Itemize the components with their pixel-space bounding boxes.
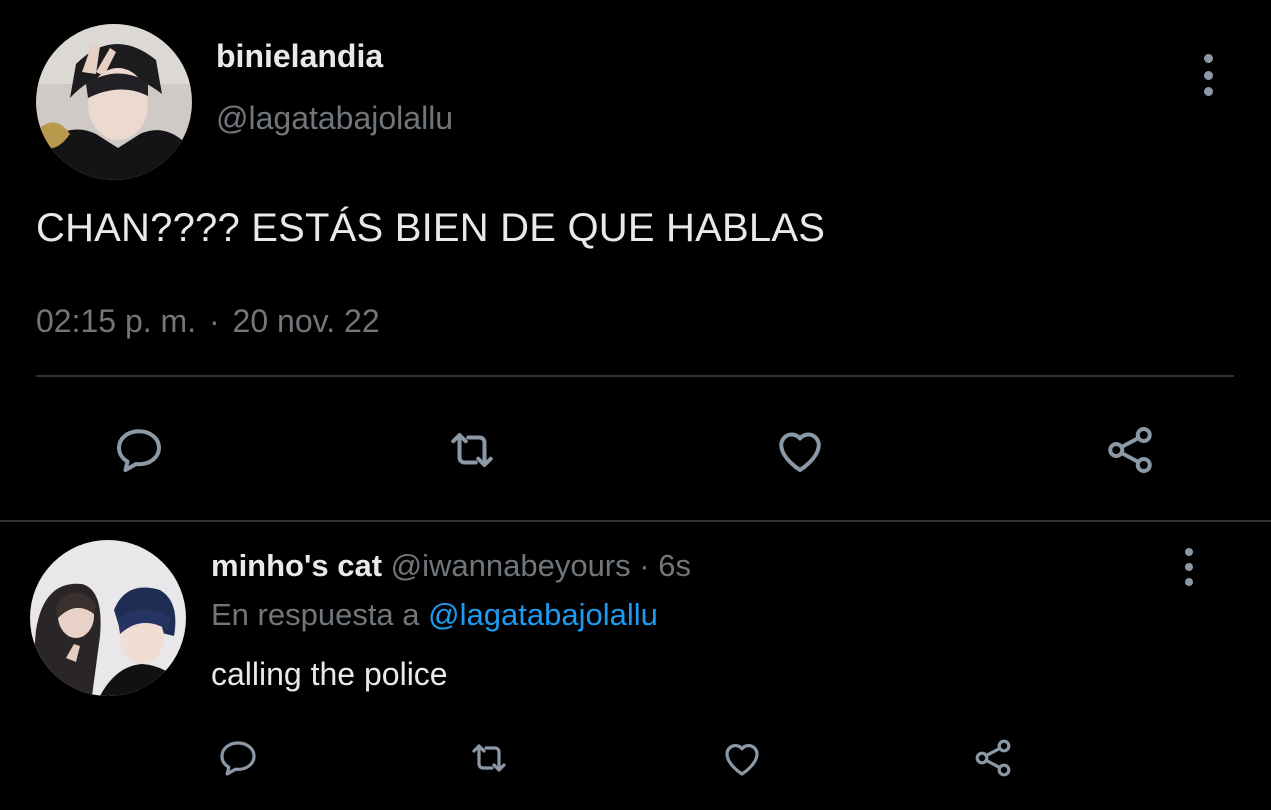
- heart-icon: [779, 432, 821, 472]
- like-button[interactable]: [768, 418, 832, 482]
- reply-text: calling the police: [211, 656, 448, 692]
- more-options-button[interactable]: [1194, 54, 1222, 96]
- user-handle[interactable]: @lagatabajolallu: [216, 100, 453, 137]
- tweet-detail-page: binielandia @lagatabajolallu CHAN???? ES…: [0, 0, 1271, 810]
- more-dot-icon: [1185, 563, 1193, 571]
- retweet-button[interactable]: [440, 418, 504, 482]
- avatar-photo: [36, 24, 192, 180]
- reply-retweet-button[interactable]: [462, 731, 516, 785]
- reply-user-handle[interactable]: @iwannabeyours: [391, 548, 631, 583]
- tweet-date: 20 nov. 22: [232, 303, 380, 339]
- retweet-icon: [451, 433, 493, 467]
- reply-like-button[interactable]: [715, 731, 769, 785]
- reply-reply-button[interactable]: [211, 731, 265, 785]
- reply-icon: [117, 429, 161, 472]
- replying-to-label: En respuesta a: [211, 597, 420, 632]
- tweet-timestamp[interactable]: 02:15 p. m. · 20 nov. 22: [36, 303, 380, 340]
- more-dot-icon: [1185, 578, 1193, 586]
- tweet-text: CHAN???? ESTÁS BIEN DE QUE HABLAS: [36, 206, 826, 250]
- heart-icon: [725, 744, 759, 776]
- reply-button[interactable]: [107, 418, 171, 482]
- reply-header: minho's cat @iwannabeyours · 6s: [211, 548, 691, 584]
- reply-separator: ·: [639, 548, 650, 583]
- replying-to: En respuesta a @lagatabajolallu: [211, 597, 658, 633]
- replying-to-handle-link[interactable]: @lagatabajolallu: [428, 597, 658, 632]
- reply-more-options-button[interactable]: [1176, 548, 1202, 586]
- avatar[interactable]: [36, 24, 192, 180]
- share-button[interactable]: [1098, 418, 1162, 482]
- more-dot-icon: [1185, 548, 1193, 556]
- reply-display-name[interactable]: minho's cat: [211, 548, 382, 583]
- display-name[interactable]: binielandia: [216, 38, 383, 75]
- section-divider: [0, 520, 1271, 522]
- avatar-photo: [30, 540, 186, 696]
- share-icon: [1108, 426, 1152, 474]
- more-dot-icon: [1203, 54, 1213, 63]
- reply-time[interactable]: 6s: [658, 548, 691, 583]
- divider: [36, 375, 1234, 377]
- retweet-icon: [472, 744, 506, 772]
- reply-share-button[interactable]: [966, 731, 1020, 785]
- tweet-time: 02:15 p. m.: [36, 303, 197, 339]
- avatar[interactable]: [30, 540, 186, 696]
- more-dot-icon: [1203, 70, 1213, 80]
- timestamp-separator: ·: [208, 303, 220, 339]
- main-tweet: binielandia @lagatabajolallu CHAN???? ES…: [0, 0, 1271, 520]
- reply-icon: [220, 741, 256, 776]
- share-icon: [975, 739, 1011, 777]
- more-dot-icon: [1203, 87, 1213, 96]
